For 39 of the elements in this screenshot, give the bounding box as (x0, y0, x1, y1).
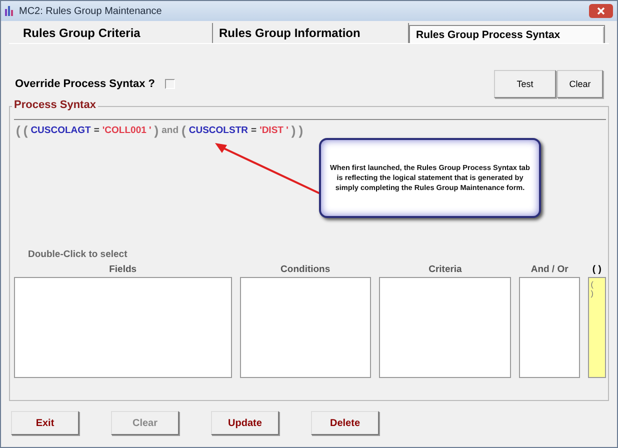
column-heading: Conditions (280, 264, 330, 277)
form-button[interactable]: Delete (311, 411, 379, 435)
syntax-token: = (251, 124, 257, 138)
list-box[interactable] (14, 277, 232, 378)
window-title: MC2: Rules Group Maintenance (19, 6, 163, 16)
list-item[interactable]: ) (590, 289, 603, 298)
column-heading: Fields (109, 264, 137, 277)
list-item[interactable]: ( (590, 280, 603, 289)
column-heading: And / Or (530, 264, 568, 277)
close-button[interactable] (589, 4, 613, 18)
syntax-token: 'DIST ' (260, 124, 288, 138)
syntax-token: ) (154, 123, 159, 139)
column-heading: Criteria (428, 264, 462, 277)
toolbar-button[interactable]: Test (494, 70, 556, 98)
hint-text: Double-Click to select (28, 249, 128, 260)
syntax-token: CUSCOLAGT (30, 124, 91, 138)
toolbar-button[interactable]: Clear (557, 70, 603, 98)
syntax-token: ) (291, 123, 296, 139)
override-label: Override Process Syntax ? (15, 78, 156, 90)
syntax-token: ( (23, 123, 28, 139)
syntax-token: ( (182, 123, 186, 139)
app-icon (5, 6, 15, 16)
syntax-token: ( (16, 123, 20, 139)
form-button[interactable]: Update (211, 411, 279, 435)
syntax-token: = (94, 124, 100, 138)
syntax-token: and (162, 124, 179, 138)
tab[interactable]: Rules Group Process Syntax (409, 25, 605, 43)
close-icon (597, 7, 605, 15)
list-box[interactable] (240, 277, 372, 378)
override-checkbox[interactable] (165, 79, 176, 89)
form-button[interactable]: Exit (11, 411, 79, 435)
syntax-token: ) (298, 123, 304, 139)
panel-title: Process Syntax (12, 99, 98, 111)
list-box[interactable] (379, 277, 512, 378)
syntax-token: CUSCOLSTR (188, 124, 248, 138)
syntax-token: 'COLL001 ' (102, 124, 152, 138)
list-box[interactable]: ( ) (588, 277, 606, 378)
list-box[interactable] (519, 277, 580, 378)
column-heading: ( ) (592, 264, 602, 277)
